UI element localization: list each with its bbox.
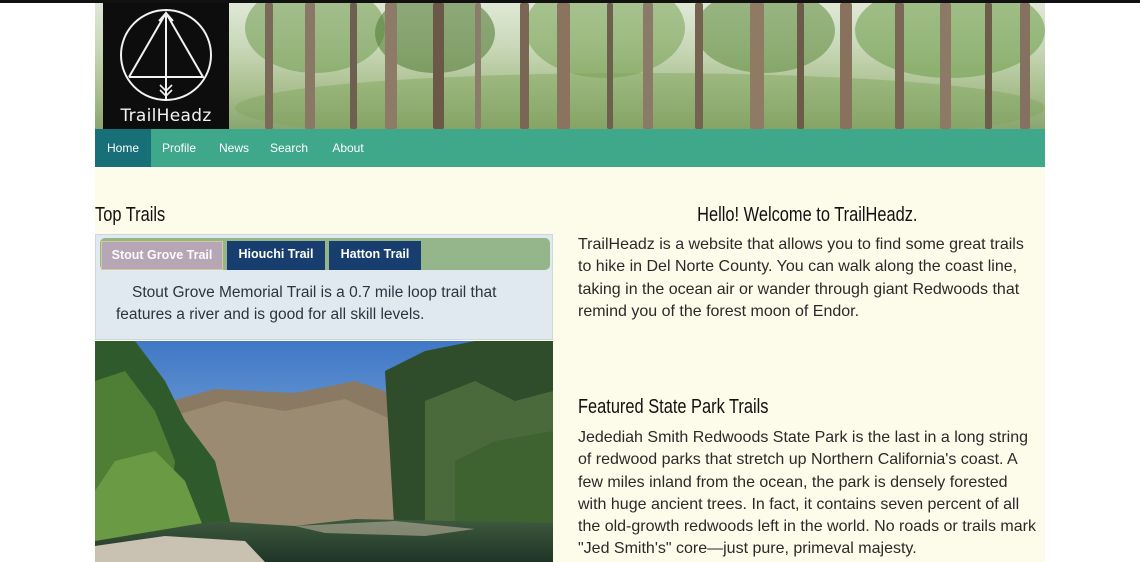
page: TrailHeadz Home Profile News Search Abou… — [95, 3, 1045, 562]
welcome-heading-text: Hello! Welcome to TrailHeadz. — [696, 204, 918, 226]
welcome-heading: Hello! Welcome to TrailHeadz. — [579, 204, 1035, 227]
brand-logo[interactable]: TrailHeadz — [103, 3, 229, 129]
tab-hatton[interactable]: Hatton Trail — [329, 241, 421, 270]
featured-text: Jedediah Smith Redwoods State Park is th… — [578, 429, 1036, 558]
arrow-triangle-circle-logo-icon — [120, 9, 212, 101]
main-nav: Home Profile News Search About — [95, 129, 1045, 167]
nav-home[interactable]: Home — [95, 129, 151, 167]
brand-name: TrailHeadz — [120, 106, 212, 126]
trail-tab-content: Stout Grove Memorial Trail is a 0.7 mile… — [116, 284, 497, 323]
tab-hiouchi[interactable]: Hiouchi Trail — [227, 241, 325, 270]
top-trails-heading: Top Trails — [95, 204, 166, 226]
nav-profile[interactable]: Profile — [151, 129, 207, 167]
river-landscape-image — [95, 341, 553, 562]
trail-photo — [95, 341, 553, 562]
nav-about[interactable]: About — [317, 129, 379, 167]
header-banner: TrailHeadz — [95, 3, 1045, 129]
nav-search[interactable]: Search — [261, 129, 317, 167]
trail-tabs-panel: Stout Grove Trail Hiouchi Trail Hatton T… — [95, 234, 553, 340]
nav-news[interactable]: News — [207, 129, 261, 167]
tab-stout-grove[interactable]: Stout Grove Trail — [101, 241, 223, 270]
featured-heading: Featured State Park Trails — [578, 396, 769, 418]
trail-tab-bar: Stout Grove Trail Hiouchi Trail Hatton T… — [100, 238, 550, 270]
welcome-text: TrailHeadz is a website that allows you … — [578, 236, 1024, 320]
